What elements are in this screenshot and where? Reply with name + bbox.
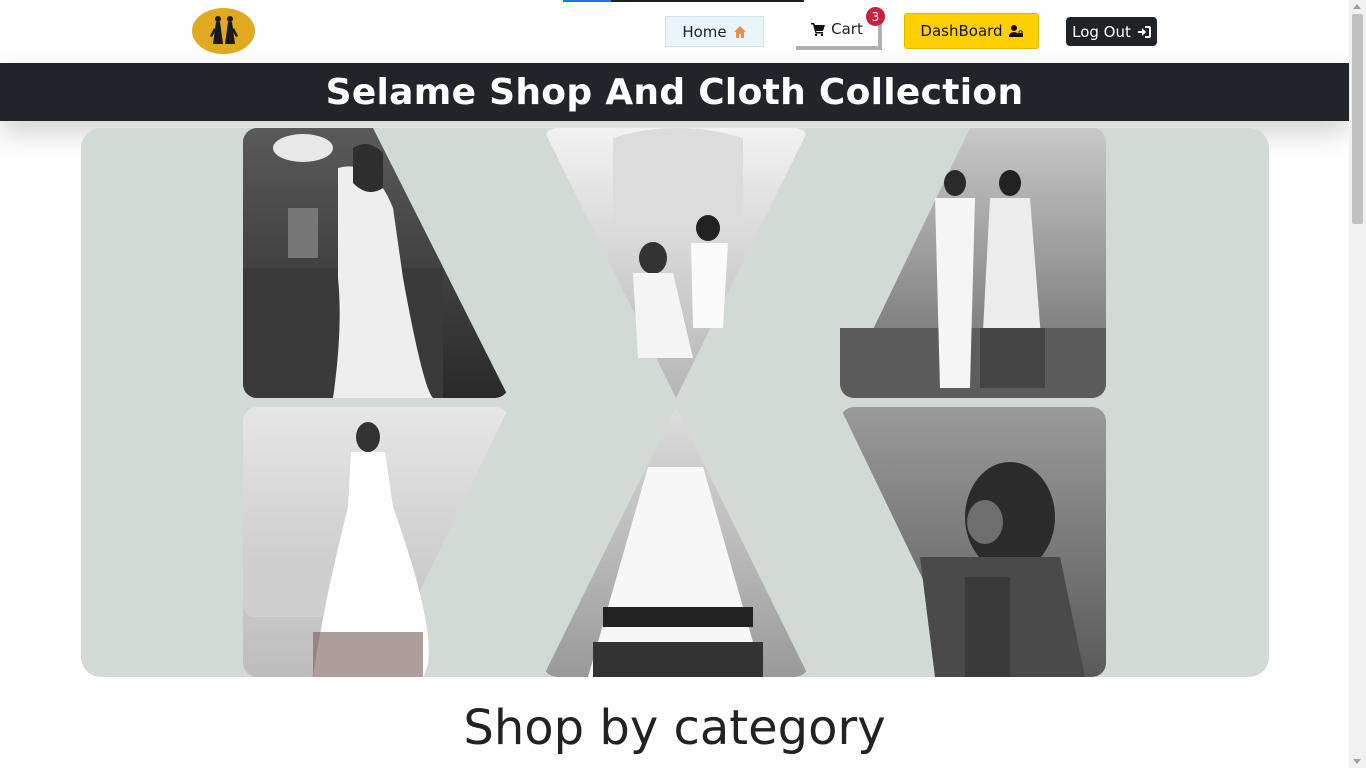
category-heading: Shop by category bbox=[463, 700, 886, 756]
white-dress-photo bbox=[243, 407, 509, 677]
home-button[interactable]: Home bbox=[665, 16, 764, 47]
traditional-outfit-photo bbox=[840, 407, 1106, 677]
dashboard-label: DashBoard bbox=[920, 22, 1003, 40]
loading-bar bbox=[563, 0, 804, 2]
scroll-down-arrow-icon[interactable] bbox=[1353, 759, 1361, 764]
logout-button[interactable]: Log Out bbox=[1066, 17, 1157, 46]
cart-label: Cart bbox=[831, 20, 863, 38]
top-navbar: Home Cart 3 DashBoard Log Out bbox=[0, 0, 1349, 63]
user-lock-icon bbox=[1008, 24, 1023, 38]
shop-title: Selame Shop And Cloth Collection bbox=[325, 71, 1024, 113]
scroll-thumb[interactable] bbox=[1352, 14, 1363, 224]
cart-icon bbox=[811, 22, 826, 37]
shop-logo[interactable] bbox=[192, 8, 255, 54]
couple-photo bbox=[543, 128, 809, 398]
couple-outdoor-photo bbox=[840, 128, 1106, 398]
hero-collage bbox=[81, 128, 1269, 677]
dress-pattern-photo bbox=[543, 407, 809, 677]
home-icon bbox=[733, 25, 747, 39]
dress-photo bbox=[243, 128, 509, 398]
scroll-up-arrow-icon[interactable] bbox=[1353, 4, 1361, 9]
cart-count-badge: 3 bbox=[866, 7, 885, 26]
sign-in-icon bbox=[1137, 25, 1151, 39]
logout-label: Log Out bbox=[1072, 22, 1131, 41]
shop-banner: Selame Shop And Cloth Collection bbox=[0, 63, 1349, 121]
dashboard-button[interactable]: DashBoard bbox=[904, 13, 1039, 49]
home-label: Home bbox=[682, 22, 727, 41]
page-scrollbar[interactable] bbox=[1349, 0, 1366, 768]
